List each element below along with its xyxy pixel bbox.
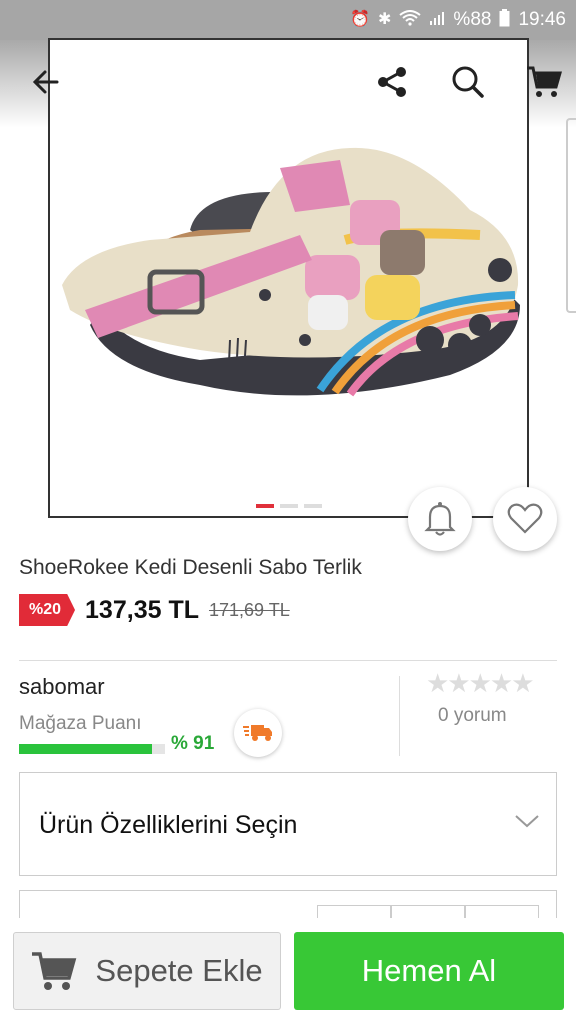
back-arrow-icon xyxy=(32,70,59,94)
alarm-icon: ⏰ xyxy=(350,11,371,28)
product-options-select[interactable]: Ürün Özelliklerini Seçin xyxy=(19,772,557,876)
buy-now-label: Hemen Al xyxy=(361,953,497,988)
current-price: 137,35 TL xyxy=(85,595,199,624)
store-score-bar xyxy=(19,744,165,754)
cart-icon xyxy=(32,952,77,990)
wifi-icon xyxy=(399,10,422,30)
battery-icon xyxy=(499,9,510,31)
old-price: 171,69 TL xyxy=(208,599,290,620)
product-title: ShoeRokee Kedi Desenli Sabo Terlik xyxy=(19,556,362,579)
share-button[interactable] xyxy=(372,62,412,102)
battery-percent: %88 xyxy=(453,9,492,30)
seller-name[interactable]: sabomar xyxy=(19,674,105,700)
review-count[interactable]: 0 yorum xyxy=(438,705,507,727)
bell-icon xyxy=(424,502,456,536)
divider xyxy=(19,660,557,661)
search-icon xyxy=(452,66,484,98)
buy-now-button[interactable]: Hemen Al xyxy=(294,932,564,1010)
share-icon xyxy=(378,67,406,97)
bottom-action-bar: Sepete Ekle Hemen Al xyxy=(0,918,576,1024)
discount-badge: %20 xyxy=(19,594,76,626)
gallery-dot[interactable] xyxy=(303,504,322,508)
add-to-cart-label: Sepete Ekle xyxy=(95,953,263,988)
rating-stars: ★★★★★ xyxy=(426,668,535,698)
signal-icon xyxy=(429,10,445,30)
fast-shipping-truck-icon xyxy=(243,725,272,741)
chevron-down-icon xyxy=(515,815,539,828)
store-score-fill xyxy=(19,744,152,754)
heart-icon xyxy=(507,503,543,534)
back-button[interactable] xyxy=(26,62,66,102)
vertical-divider xyxy=(399,676,400,756)
gallery-dot[interactable] xyxy=(279,504,298,508)
store-score-value: % 91 xyxy=(171,733,215,754)
price-alert-button[interactable] xyxy=(408,487,472,551)
bluetooth-icon: ✱ xyxy=(378,11,392,28)
product-page: ⏰ ✱ %88 19:46 ShoeRokee Kedi Desenli Sab… xyxy=(0,0,576,1024)
product-options-label: Ürün Özelliklerini Seçin xyxy=(39,811,298,839)
add-to-cart-button[interactable]: Sepete Ekle xyxy=(13,932,281,1010)
search-button[interactable] xyxy=(448,62,488,102)
clock: 19:46 xyxy=(518,9,566,30)
price-row: %20 137,35 TL 171,69 TL xyxy=(19,594,290,626)
cart-icon xyxy=(527,66,562,97)
app-bar-actions xyxy=(0,40,576,128)
next-image-peek xyxy=(566,118,576,313)
status-bar: ⏰ ✱ %88 19:46 xyxy=(0,0,576,40)
cart-button[interactable] xyxy=(522,62,566,102)
store-score-label: Mağaza Puanı xyxy=(19,713,142,734)
fast-shipping-badge[interactable] xyxy=(234,709,282,757)
favorite-button[interactable] xyxy=(493,487,557,551)
gallery-dot[interactable] xyxy=(255,504,274,508)
